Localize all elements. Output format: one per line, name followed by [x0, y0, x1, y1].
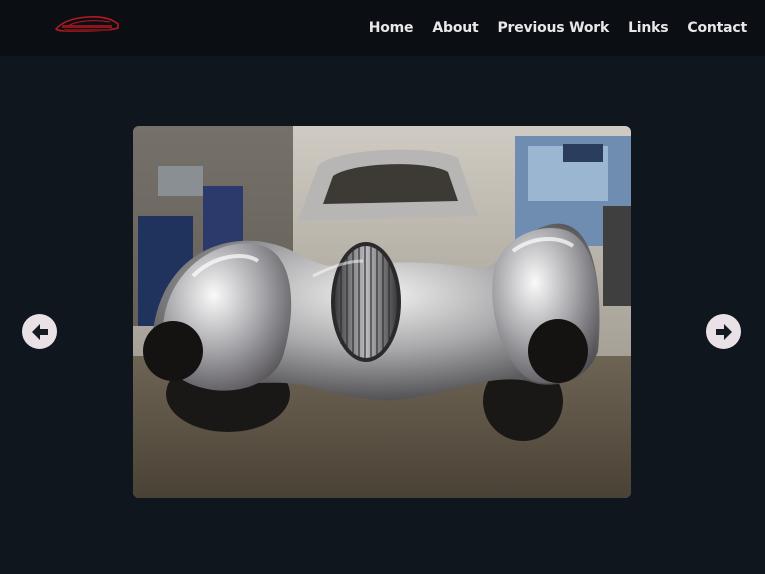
- nav-contact-link[interactable]: Contact: [687, 20, 747, 36]
- nav-home-link[interactable]: Home: [369, 20, 414, 36]
- image-carousel: [0, 56, 765, 574]
- carousel-prev-button[interactable]: [22, 314, 57, 349]
- carousel-slide-image: [133, 126, 631, 498]
- logo-car-icon: [54, 16, 119, 32]
- car-photo: [133, 126, 631, 498]
- carousel-next-button[interactable]: [706, 314, 741, 349]
- nav-previous-work-link[interactable]: Previous Work: [498, 20, 610, 36]
- nav-links-link[interactable]: Links: [628, 20, 669, 36]
- arrow-right-icon: [715, 323, 732, 340]
- site-logo[interactable]: [54, 14, 120, 36]
- nav-about-link[interactable]: About: [432, 20, 478, 36]
- main-nav: Home About Previous Work Links Contact: [350, 0, 747, 56]
- arrow-left-icon: [31, 323, 48, 340]
- top-navbar: Home About Previous Work Links Contact: [0, 0, 765, 56]
